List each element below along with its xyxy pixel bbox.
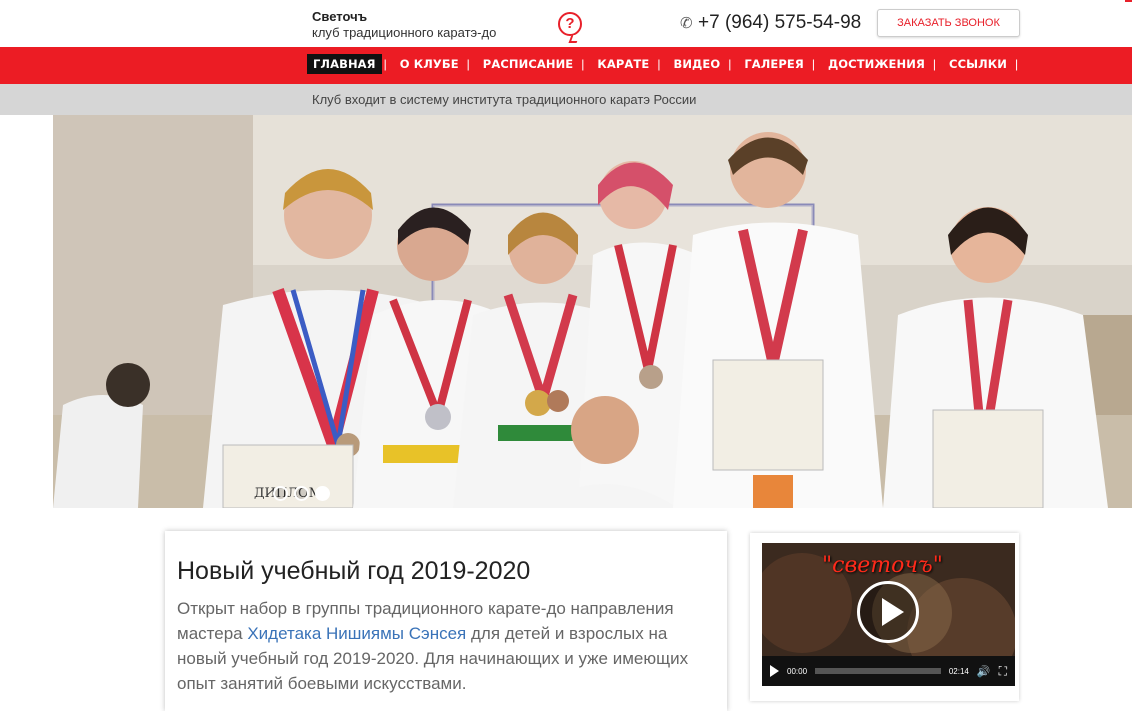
corner-accent [1125,0,1132,2]
video-overlay-title: "светочъ" [822,553,943,578]
play-icon[interactable] [857,581,919,643]
callback-button[interactable]: ЗАКАЗАТЬ ЗВОНОК [877,9,1020,37]
nav-separator: | [657,57,661,71]
fullscreen-icon[interactable]: ⛶ [999,664,1007,679]
main-nav: ГЛАВНАЯ | О КЛУБЕ | РАСПИСАНИЕ | КАРАТЕ | ВИ… [0,47,1132,84]
news-card: Новый учебный год 2019-2020 Открыт набор… [165,531,727,711]
video-widget: "светочъ" 00:00 02:14 🔊 ⛶ [750,533,1019,701]
nav-list: ГЛАВНАЯ | О КЛУБЕ | РАСПИСАНИЕ | КАРАТЕ | ВИ… [307,54,1025,74]
video-controls: 00:00 02:14 🔊 ⛶ [762,656,1015,686]
nav-separator: | [581,57,585,71]
phone-icon: ✆ [680,15,693,32]
nav-item-karate[interactable]: КАРАТЕ [591,54,655,74]
brand-name: Светочъ [312,9,368,24]
duration: 02:14 [948,666,969,676]
help-icon[interactable]: ? [558,12,582,36]
nav-item-links[interactable]: ССЫЛКИ [943,54,1013,74]
nav-separator: | [1015,57,1019,71]
top-header: Светочъ клуб традиционного каратэ-до ? ✆… [0,0,1132,47]
play-button-icon[interactable] [770,665,779,677]
nav-item-gallery[interactable]: ГАЛЕРЕЯ [738,54,809,74]
nav-separator: | [811,57,815,71]
brand-subtitle: клуб традиционного каратэ-до [312,25,497,40]
nav-separator: | [728,57,732,71]
news-title: Новый учебный год 2019-2020 [177,557,531,585]
video-player[interactable]: "светочъ" 00:00 02:14 🔊 ⛶ [762,543,1015,686]
hero-slider[interactable]: ДИПЛОМ [53,115,1132,508]
slider-dot[interactable] [273,486,288,501]
info-text: Клуб входит в систему института традицио… [312,92,697,107]
phone-number[interactable]: ✆ +7 (964) 575-54-98 [680,12,861,34]
progress-track[interactable] [815,668,941,674]
nav-item-video[interactable]: ВИДЕО [667,54,726,74]
nav-item-schedule[interactable]: РАСПИСАНИЕ [477,54,579,74]
current-time: 00:00 [787,666,808,676]
slider-dots [273,486,330,501]
news-body: Открыт набор в группы традиционного кара… [177,596,715,696]
nav-item-achievements[interactable]: ДОСТИЖЕНИЯ [822,54,931,74]
volume-icon[interactable]: 🔊 [977,665,991,678]
hero-photo: ДИПЛОМ [53,115,1132,508]
sensei-link[interactable]: Хидетака Нишиямы Сэнсея [247,624,466,643]
slider-dot[interactable] [294,486,309,501]
info-bar: Клуб входит в систему института традицио… [0,84,1132,115]
brand[interactable]: Светочъ клуб традиционного каратэ-до [312,9,496,40]
nav-separator: | [932,57,937,71]
nav-separator: | [466,57,470,71]
phone-text: +7 (964) 575-54-98 [698,12,862,33]
nav-separator: | [383,57,387,71]
nav-item-home[interactable]: ГЛАВНАЯ [307,54,382,74]
nav-item-about[interactable]: О КЛУБЕ [394,54,465,74]
slider-dot-active[interactable] [315,486,330,501]
